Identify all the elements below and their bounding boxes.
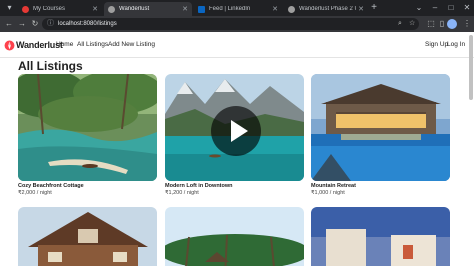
favicon-icon bbox=[108, 5, 115, 13]
listing-photo-tropical bbox=[165, 207, 304, 266]
tab-title: My Courses bbox=[33, 6, 66, 12]
listing-photo-resort bbox=[311, 74, 450, 181]
video-play-button[interactable] bbox=[211, 106, 261, 156]
listing-image[interactable] bbox=[18, 207, 157, 266]
tab-title: Wanderlust bbox=[119, 6, 150, 12]
listing-image[interactable] bbox=[311, 74, 450, 181]
site-navbar: Wanderlust Home All Listings Add New Lis… bbox=[0, 32, 474, 58]
price-suffix: / night bbox=[328, 190, 345, 196]
listing-card[interactable]: Cozy Beachfront Cottage ₹2,000 / night bbox=[18, 74, 157, 196]
bookmark-star-icon[interactable]: ☆ bbox=[409, 18, 415, 30]
browser-toolbar: ← → ↻ ⓘ localhost:8080/listings ⌕ ☆ ⬚ ▯ … bbox=[0, 16, 474, 32]
close-tab-icon[interactable]: ✕ bbox=[358, 5, 364, 13]
tab-list-icon[interactable]: ⌄ bbox=[412, 2, 426, 14]
listing-name: Modern Loft in Downtown bbox=[165, 183, 233, 189]
price-suffix: / night bbox=[182, 190, 199, 196]
close-window-button[interactable]: ✕ bbox=[460, 2, 474, 14]
favicon-icon bbox=[288, 5, 295, 13]
listing-price: ₹2,000 / night bbox=[18, 190, 157, 196]
profile-avatar[interactable] bbox=[447, 19, 457, 29]
listing-card[interactable]: Mountain Retreat ₹1,000 / night bbox=[311, 74, 450, 196]
tab-title: Wanderlust Phase 2 Update bbox=[299, 6, 356, 12]
menu-icon[interactable]: ⋮ bbox=[461, 18, 473, 30]
close-tab-icon[interactable]: ✕ bbox=[182, 5, 188, 13]
maximize-button[interactable]: □ bbox=[444, 2, 458, 14]
listing-image[interactable] bbox=[311, 207, 450, 266]
close-tab-icon[interactable]: ✕ bbox=[92, 5, 98, 13]
nav-home[interactable]: Home bbox=[56, 41, 73, 48]
forward-icon[interactable]: → bbox=[16, 18, 28, 30]
page-scrollbar[interactable] bbox=[469, 35, 473, 100]
listing-photo-chalet bbox=[18, 207, 157, 266]
url-text[interactable]: localhost:8080/listings bbox=[58, 18, 117, 30]
address-bar[interactable]: ⓘ localhost:8080/listings ⌕ ☆ bbox=[42, 18, 419, 30]
listing-price: ₹1,000 / night bbox=[311, 190, 450, 196]
site-info-icon[interactable]: ⓘ bbox=[47, 18, 54, 30]
price-value: ₹1,000 bbox=[311, 190, 329, 196]
brand-link[interactable]: Wanderlust bbox=[4, 39, 63, 51]
tab-my-courses[interactable]: My Courses ✕ bbox=[18, 2, 102, 16]
price-value: ₹1,200 bbox=[165, 190, 183, 196]
tab-linkedin[interactable]: Feed | LinkedIn ✕ bbox=[194, 2, 282, 16]
listing-image[interactable] bbox=[165, 207, 304, 266]
page-content: Wanderlust Home All Listings Add New Lis… bbox=[0, 32, 474, 266]
nav-sign-up[interactable]: Sign Up bbox=[425, 41, 448, 48]
tab-search-icon[interactable]: ▾ bbox=[4, 3, 15, 13]
nav-log-in[interactable]: Log In bbox=[447, 41, 465, 48]
back-icon[interactable]: ← bbox=[3, 18, 15, 30]
minimize-button[interactable]: – bbox=[428, 2, 442, 14]
price-suffix: / night bbox=[35, 190, 52, 196]
favicon-icon bbox=[22, 5, 29, 13]
listing-price: ₹1,200 / night bbox=[165, 190, 304, 196]
price-value: ₹2,000 bbox=[18, 190, 36, 196]
listing-photo-beach bbox=[18, 74, 157, 181]
browser-tab-strip: ▾ My Courses ✕ Wanderlust ✕ Feed | Linke… bbox=[0, 0, 474, 16]
listing-name: Mountain Retreat bbox=[311, 183, 356, 189]
reload-icon[interactable]: ↻ bbox=[29, 18, 41, 30]
page-title: All Listings bbox=[18, 59, 83, 73]
nav-all-listings[interactable]: All Listings bbox=[77, 41, 108, 48]
zoom-icon[interactable]: ⌕ bbox=[398, 18, 402, 30]
new-tab-button[interactable]: + bbox=[368, 2, 380, 14]
listing-image[interactable] bbox=[18, 74, 157, 181]
compass-logo-icon bbox=[4, 40, 15, 50]
tab-title: Feed | LinkedIn bbox=[209, 6, 251, 12]
close-tab-icon[interactable]: ✕ bbox=[272, 5, 278, 13]
tab-wanderlust-update[interactable]: Wanderlust Phase 2 Update ✕ bbox=[284, 2, 368, 16]
listing-photo-villa bbox=[311, 207, 450, 266]
play-icon bbox=[231, 120, 248, 142]
tab-wanderlust[interactable]: Wanderlust ✕ bbox=[104, 2, 192, 16]
nav-add-new-listing[interactable]: Add New Listing bbox=[108, 41, 155, 48]
listing-name: Cozy Beachfront Cottage bbox=[18, 183, 84, 189]
linkedin-favicon-icon bbox=[198, 5, 205, 13]
